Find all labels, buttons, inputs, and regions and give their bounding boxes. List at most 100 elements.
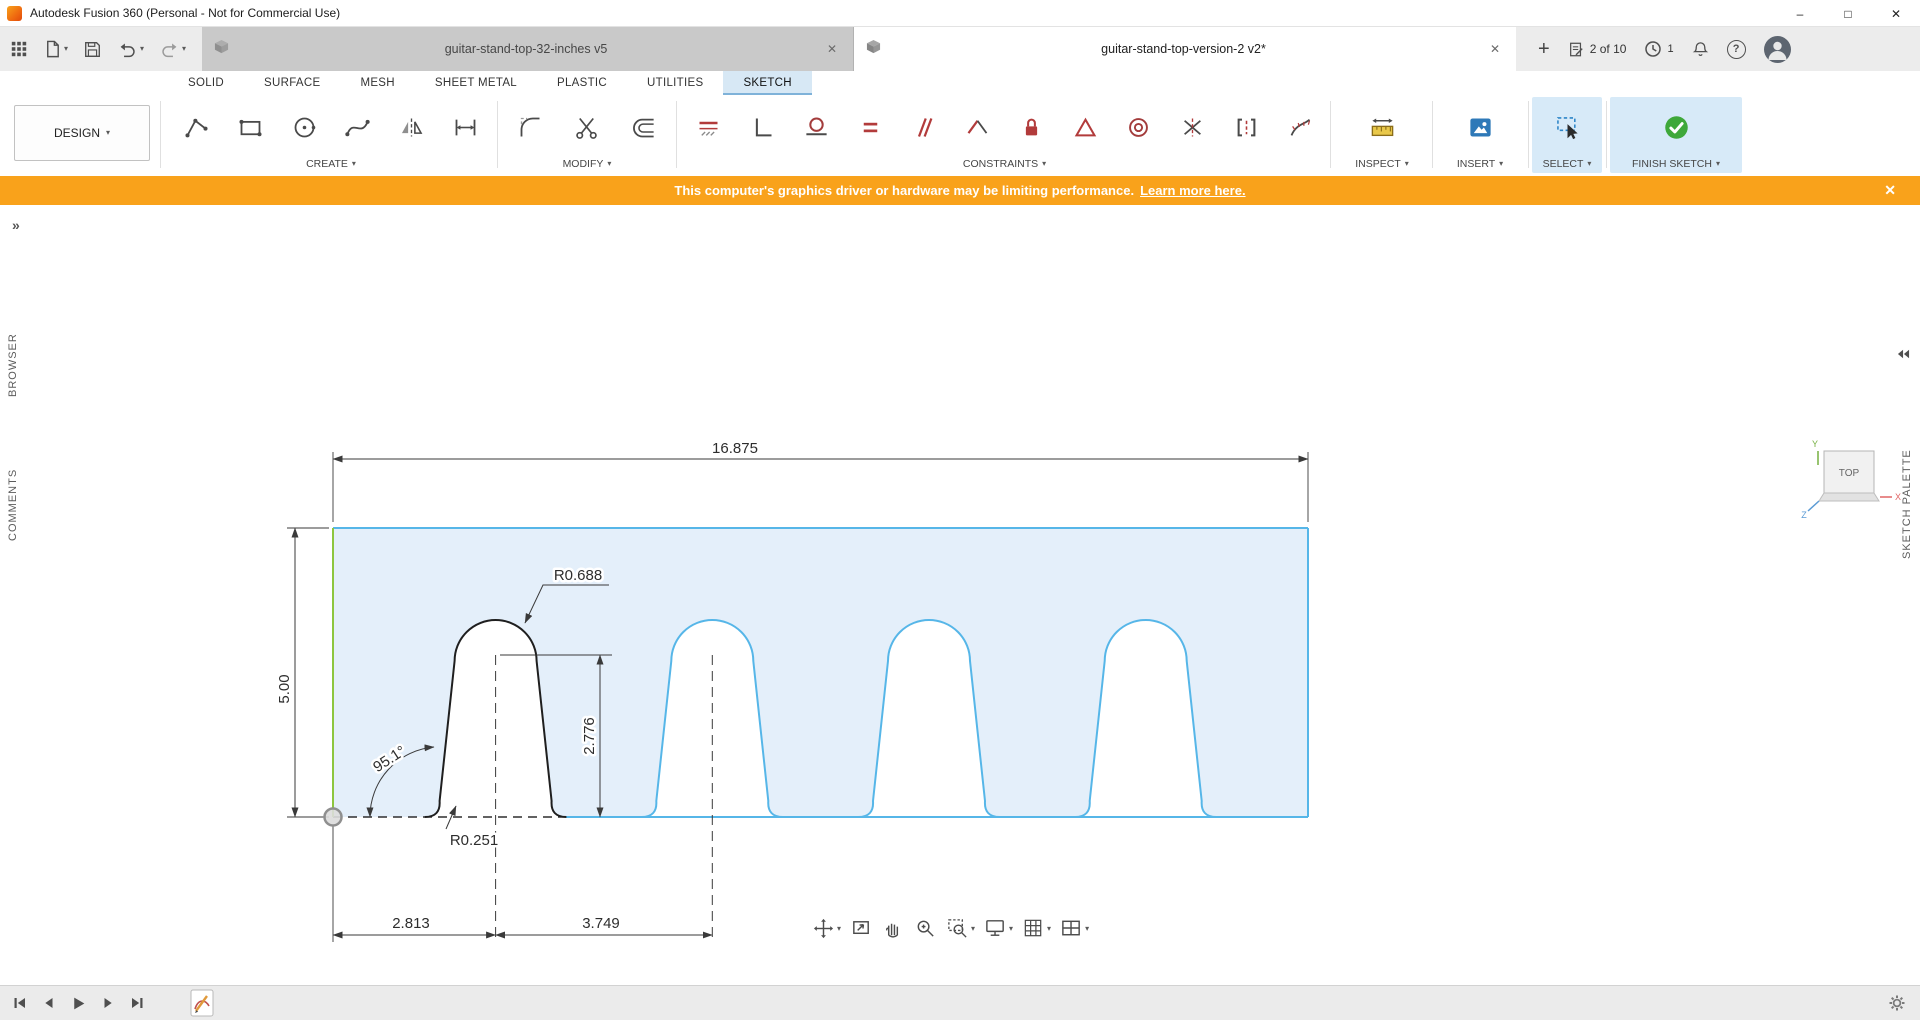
job-status-clock-icon[interactable]: 1	[1644, 40, 1673, 58]
constraint-collinear-icon[interactable]	[956, 104, 1000, 152]
circle-tool-icon[interactable]	[282, 104, 326, 152]
group-label-select[interactable]: SELECT▾	[1532, 158, 1602, 173]
tab-sketch[interactable]: SKETCH	[723, 71, 811, 95]
measure-tool-icon[interactable]	[1360, 104, 1404, 152]
dim-base-radius[interactable]: R0.251	[450, 832, 498, 849]
app-grid-icon[interactable]	[10, 40, 28, 58]
divider	[1606, 101, 1607, 168]
constraint-tangent-icon[interactable]	[794, 104, 838, 152]
line-tool-icon[interactable]	[175, 104, 219, 152]
constraint-polygon-icon[interactable]	[1063, 104, 1107, 152]
zoom-window-icon[interactable]: ▾	[946, 917, 975, 940]
tab-plastic[interactable]: PLASTIC	[537, 71, 627, 95]
dim-first-slot-offset[interactable]: 2.813	[392, 915, 430, 932]
constraint-midpoint-icon[interactable]	[1224, 104, 1268, 152]
dim-overall-width[interactable]: 16.875	[712, 440, 758, 457]
new-tab-button[interactable]: +	[1538, 39, 1550, 59]
document-tab-strip: ▾ ▾ ▾ guitar-stand-top-32-inches v5 ✕ gu…	[0, 27, 1920, 71]
workspace-selector[interactable]: DESIGN ▾	[14, 105, 150, 161]
constraint-symmetry-icon[interactable]	[1171, 104, 1215, 152]
learn-more-link[interactable]: Learn more here.	[1140, 183, 1246, 198]
workspace-label: DESIGN	[54, 126, 100, 140]
document-cube-icon	[866, 39, 881, 59]
chevron-down-icon: ▾	[1499, 160, 1503, 168]
group-label-inspect[interactable]: INSPECT▾	[1336, 158, 1428, 173]
user-avatar[interactable]	[1764, 36, 1791, 63]
rectangle-tool-icon[interactable]	[228, 104, 272, 152]
zoom-icon[interactable]	[914, 917, 937, 940]
constraint-perpendicular-icon[interactable]	[741, 104, 785, 152]
help-icon[interactable]: ?	[1727, 40, 1746, 59]
group-label-finish-sketch[interactable]: FINISH SKETCH▾	[1610, 158, 1742, 173]
viewports-icon[interactable]: ▾	[1060, 917, 1089, 940]
divider	[1330, 101, 1331, 168]
tab-utilities[interactable]: UTILITIES	[627, 71, 723, 95]
group-insert: INSERT▾	[1436, 97, 1524, 173]
undo-icon[interactable]: ▾	[117, 40, 144, 59]
sketch-drawing[interactable]: 16.875 5.00 R0.688 2.776 95.1° R0.251 2.…	[0, 205, 1920, 985]
notifications-bell-icon[interactable]	[1692, 40, 1709, 58]
chevron-down-icon: ▾	[352, 160, 356, 168]
tab-mesh[interactable]: MESH	[340, 71, 414, 95]
timeline-settings-gear-icon[interactable]	[1888, 994, 1906, 1017]
sketch-origin-point[interactable]	[325, 809, 342, 826]
constraint-fix-lock-icon[interactable]	[1009, 104, 1053, 152]
dim-slot-pitch[interactable]: 3.749	[582, 915, 620, 932]
step-forward-icon[interactable]	[100, 995, 116, 1011]
fillet-tool-icon[interactable]	[508, 104, 552, 152]
banner-message: This computer's graphics driver or hardw…	[674, 183, 1134, 198]
go-to-start-icon[interactable]	[12, 995, 28, 1011]
play-icon[interactable]	[70, 995, 87, 1012]
group-label-insert[interactable]: INSERT▾	[1436, 158, 1524, 173]
offset-tool-icon[interactable]	[622, 104, 666, 152]
constraint-curvature-icon[interactable]	[1278, 104, 1322, 152]
pan-hand-icon[interactable]	[882, 917, 905, 940]
document-tab-2-active[interactable]: guitar-stand-top-version-2 v2* ✕	[854, 27, 1516, 71]
constraint-concentric-icon[interactable]	[1117, 104, 1161, 152]
constraint-horizontal-vertical-icon[interactable]	[687, 104, 731, 152]
viewport-canvas[interactable]: » BROWSER COMMENTS SKETCH PALETTE TOP Y …	[0, 205, 1920, 985]
trim-scissors-tool-icon[interactable]	[565, 104, 609, 152]
minimize-button[interactable]: –	[1776, 0, 1824, 27]
go-to-end-icon[interactable]	[129, 995, 145, 1011]
tab-solid[interactable]: SOLID	[168, 71, 244, 95]
finish-sketch-check-icon[interactable]	[1654, 104, 1698, 152]
spline-tool-icon[interactable]	[336, 104, 380, 152]
step-back-icon[interactable]	[41, 995, 57, 1011]
group-label-create[interactable]: CREATE▾	[170, 158, 492, 173]
chevron-down-icon: ▾	[1042, 160, 1046, 168]
look-at-icon[interactable]	[850, 917, 873, 940]
close-window-button[interactable]: ✕	[1872, 0, 1920, 27]
banner-close-icon[interactable]: ✕	[1876, 176, 1904, 205]
maximize-button[interactable]: □	[1824, 0, 1872, 27]
insert-image-icon[interactable]	[1458, 104, 1502, 152]
group-label-modify[interactable]: MODIFY▾	[502, 158, 672, 173]
group-modify: MODIFY▾	[502, 97, 672, 173]
close-tab-icon[interactable]: ✕	[1486, 40, 1504, 58]
fusion360-logo-icon	[7, 6, 22, 21]
version-position-badge[interactable]: 2 of 10	[1568, 41, 1627, 58]
dim-slot-height[interactable]: 2.776	[581, 717, 598, 755]
select-tool-icon[interactable]	[1545, 104, 1589, 152]
close-tab-icon[interactable]: ✕	[823, 40, 841, 58]
document-tab-1[interactable]: guitar-stand-top-32-inches v5 ✕	[202, 27, 854, 71]
group-inspect: INSPECT▾	[1336, 97, 1428, 173]
document-tab-label: guitar-stand-top-32-inches v5	[229, 42, 823, 56]
save-icon[interactable]	[83, 40, 102, 59]
tab-surface[interactable]: SURFACE	[244, 71, 340, 95]
constraint-equal-icon[interactable]	[848, 104, 892, 152]
sketch-dimension-tool-icon[interactable]	[443, 104, 487, 152]
redo-icon[interactable]: ▾	[159, 40, 186, 59]
group-label-constraints[interactable]: CONSTRAINTS▾	[682, 158, 1327, 173]
mirror-tool-icon[interactable]	[389, 104, 433, 152]
file-menu-icon[interactable]: ▾	[43, 39, 68, 59]
dim-overall-height[interactable]: 5.00	[276, 674, 293, 703]
ch evron-down-icon: ▾	[607, 160, 611, 168]
dim-top-radius[interactable]: R0.688	[554, 567, 602, 584]
timeline-sketch-feature[interactable]	[190, 989, 214, 1020]
tab-sheet-metal[interactable]: SHEET METAL	[415, 71, 537, 95]
constraint-parallel-icon[interactable]	[902, 104, 946, 152]
grid-snaps-icon[interactable]: ▾	[1022, 917, 1051, 940]
orbit-icon[interactable]: ▾	[812, 917, 841, 940]
display-settings-icon[interactable]: ▾	[984, 917, 1013, 940]
